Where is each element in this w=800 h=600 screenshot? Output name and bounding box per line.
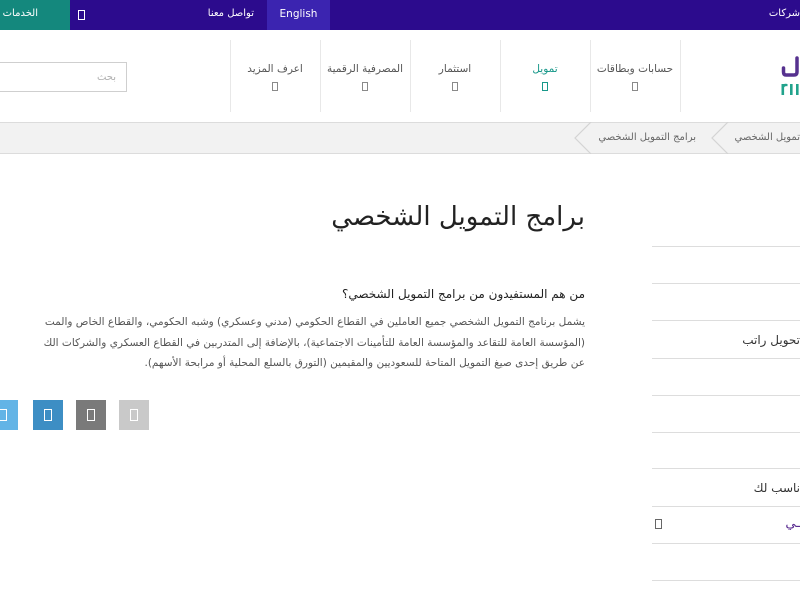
chevron-icon[interactable] (655, 519, 662, 529)
nav-item-accounts-cards[interactable]: حسابات وبطاقات (590, 58, 680, 98)
email-share-button[interactable] (76, 400, 106, 430)
language-label: English (279, 8, 318, 20)
logo-mark-primary (781, 56, 799, 77)
chevron-down-icon (542, 82, 548, 91)
sidebar-item-salary-transfer[interactable]: تحويل راتب (742, 332, 800, 348)
search-input[interactable] (0, 62, 127, 92)
linkedin-share-button[interactable] (33, 400, 63, 430)
chevron-down-icon (632, 82, 638, 91)
sidebar-item-active[interactable]: ـي (785, 515, 800, 532)
sidebar-divider (652, 320, 800, 321)
chevron-down-icon (362, 82, 368, 91)
top-bar (0, 0, 800, 30)
twitter-share-button[interactable] (0, 400, 18, 430)
nav-item-label: تمويل (532, 63, 558, 75)
nav-item-label: اعرف المزيد (247, 63, 303, 75)
sidebar-divider (652, 283, 800, 284)
breadcrumb-link-personal-finance[interactable]: تمويل الشخصي (735, 131, 800, 144)
contact-us-link[interactable]: تواصل معنا (208, 8, 254, 20)
bank-logo[interactable] (778, 55, 800, 100)
grid-icon[interactable] (78, 10, 85, 20)
companies-link[interactable]: شركات (769, 8, 800, 20)
chevron-down-icon (452, 82, 458, 91)
nav-item-digital-banking[interactable]: المصرفية الرقمية (320, 58, 410, 98)
nav-item-learn-more[interactable]: اعرف المزيد (230, 58, 320, 98)
description-line: يشمل برنامج التمويل الشخصي جميع العاملين… (44, 316, 585, 328)
sidebar-divider (652, 432, 800, 433)
twitter-icon (0, 409, 7, 421)
nav-divider (680, 40, 681, 112)
sidebar-divider (652, 358, 800, 359)
sidebar-divider (652, 468, 800, 469)
breadcrumb-chevron (711, 122, 729, 154)
share-buttons (0, 400, 150, 430)
nav-item-label: حسابات وبطاقات (596, 63, 674, 75)
sidebar-divider (652, 506, 800, 507)
description-line: (المؤسسة العامة للتقاعد والمؤسسة العامة … (43, 337, 585, 349)
description-line: عن طريق إحدى صيغ التمويل المتاحة للسعودي… (144, 357, 585, 369)
nav-item-label: المصرفية الرقمية (326, 63, 404, 75)
chevron-down-icon (272, 82, 278, 91)
sidebar-section-title: ناسب لك (753, 481, 800, 495)
print-icon (130, 409, 138, 421)
email-icon (87, 409, 95, 421)
section-question: من هم المستفيدون من برامج التمويل الشخصي… (341, 287, 585, 301)
language-switch-button[interactable]: English (267, 0, 330, 30)
sidebar-divider (652, 246, 800, 247)
nav-item-label: استثمار (438, 63, 472, 75)
services-label[interactable]: الخدمات (3, 8, 38, 20)
sidebar-divider (652, 543, 800, 544)
sidebar-divider (652, 580, 800, 581)
page-title: برامج التمويل الشخصي (331, 202, 585, 232)
logo-mark-secondary (781, 83, 799, 95)
sidebar-divider (652, 395, 800, 396)
linkedin-icon (44, 409, 52, 421)
nav-item-investment[interactable]: استثمار (410, 58, 500, 98)
print-button[interactable] (119, 400, 149, 430)
breadcrumb-current: برامج التمويل الشخصي (598, 132, 696, 143)
breadcrumb-chevron (574, 122, 592, 154)
nav-item-finance[interactable]: تمويل (500, 58, 590, 98)
